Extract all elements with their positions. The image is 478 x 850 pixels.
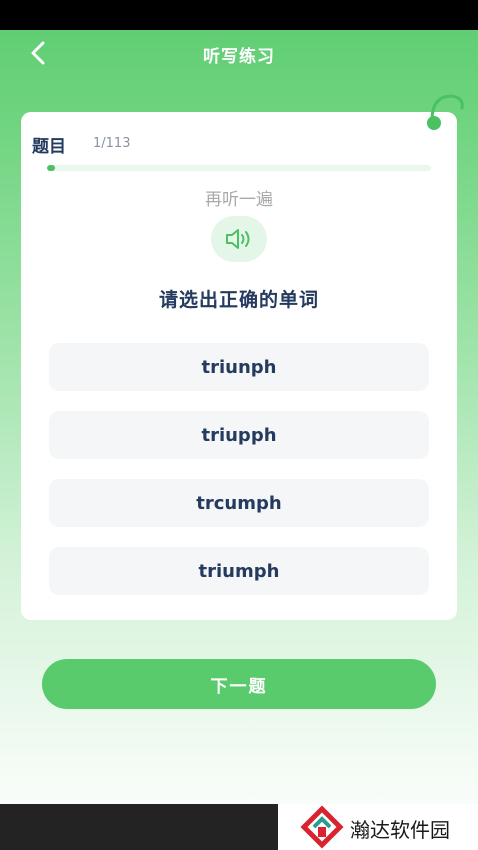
replay-label[interactable]: 再听一遍 bbox=[21, 185, 457, 210]
next-question-button[interactable]: 下一题 bbox=[42, 659, 436, 709]
question-counter: 1/113 bbox=[93, 136, 131, 151]
listening-practice-screen: 听写练习 题目 1/113 再听一遍 请选出正确的单词 triunph triu… bbox=[0, 0, 478, 850]
page-title: 听写练习 bbox=[203, 47, 275, 67]
answer-option[interactable]: triumph bbox=[49, 547, 429, 595]
watermark-logo-icon bbox=[300, 805, 344, 849]
question-prompt: 请选出正确的单词 bbox=[158, 289, 319, 311]
speaker-icon bbox=[226, 229, 250, 249]
headphone-decoration-icon bbox=[418, 90, 470, 138]
question-card: 题目 1/113 再听一遍 请选出正确的单词 triunph triupph t… bbox=[21, 112, 457, 620]
watermark: 瀚达软件园 bbox=[278, 804, 478, 850]
progress-bar bbox=[47, 165, 431, 171]
watermark-text: 瀚达软件园 bbox=[350, 818, 450, 842]
answer-option[interactable]: trcumph bbox=[49, 479, 429, 527]
progress-fill bbox=[47, 165, 55, 171]
answer-option[interactable]: triunph bbox=[49, 343, 429, 391]
answer-option[interactable]: triupph bbox=[49, 411, 429, 459]
navigation-bar: 听写练习 bbox=[0, 30, 478, 78]
bottom-bar bbox=[0, 804, 278, 850]
play-audio-button[interactable] bbox=[211, 216, 267, 262]
status-bar bbox=[0, 0, 478, 30]
question-label: 题目 bbox=[32, 137, 66, 157]
